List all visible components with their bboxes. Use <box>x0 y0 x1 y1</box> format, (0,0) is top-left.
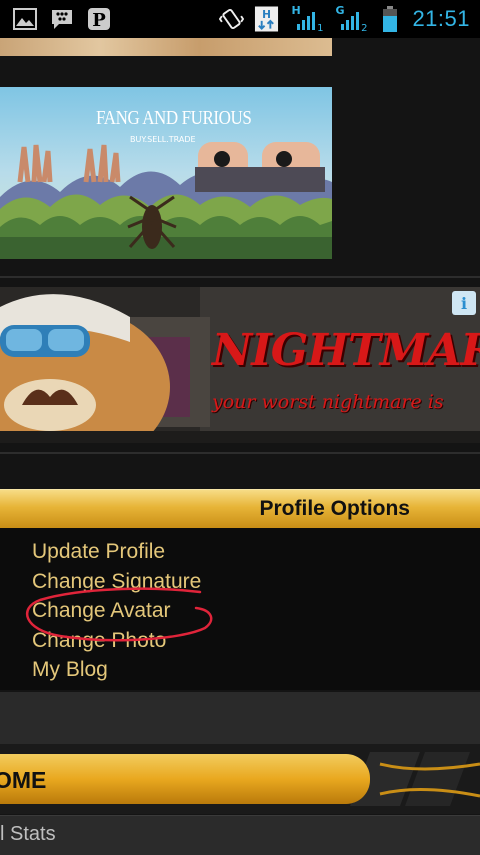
ad-info-label: i <box>460 293 468 313</box>
notification-icons: P <box>12 7 111 31</box>
sync-icon: H <box>254 6 279 32</box>
profile-options-list: Update Profile Change Signature Change A… <box>32 537 201 685</box>
ad-title: NIGHTMAR <box>212 325 480 376</box>
battery-icon <box>377 6 402 32</box>
signal-sim1-icon: H 1 <box>289 4 323 34</box>
home-bar[interactable]: OME <box>0 744 480 814</box>
bbm-icon <box>49 7 74 31</box>
ad-info-icon[interactable]: i <box>452 291 476 315</box>
banner-subtitle: BUY.SELL.TRADE <box>130 135 196 144</box>
divider <box>0 452 480 454</box>
sim-slot-1: 1 <box>317 23 324 34</box>
stats-row[interactable]: l Stats <box>0 815 480 855</box>
pinterest-icon: P <box>86 7 111 31</box>
update-profile-link[interactable]: Update Profile <box>32 537 201 567</box>
previous-banner-strip[interactable] <box>0 38 332 56</box>
profile-options-title: Profile Options <box>259 497 410 520</box>
home-label[interactable]: OME <box>0 767 46 794</box>
signal-sim2-icon: G 2 <box>333 4 367 34</box>
clock: 21:51 <box>412 6 470 31</box>
gallery-icon <box>12 7 37 31</box>
home-tab-background <box>0 754 370 804</box>
svg-text:P: P <box>92 10 106 31</box>
vibrate-icon <box>219 7 245 31</box>
change-avatar-link[interactable]: Change Avatar <box>32 596 201 626</box>
content-band <box>0 692 480 744</box>
sim-slot-2: 2 <box>361 23 368 34</box>
ad-tagline: your worst nightmare is <box>212 391 444 413</box>
banner-title: FANG AND FURIOUS <box>96 107 252 129</box>
my-blog-link[interactable]: My Blog <box>32 655 201 685</box>
profile-options-panel: Update Profile Change Signature Change A… <box>0 528 480 690</box>
status-indicators: H H 1 G 2 21:51 <box>219 4 470 34</box>
nightmare-ad-banner[interactable]: NIGHTMAR your worst nightmare is i <box>0 287 480 443</box>
svg-text:H: H <box>263 9 272 21</box>
fang-and-furious-banner[interactable]: FANG AND FURIOUS BUY.SELL.TRADE <box>0 87 332 259</box>
stats-label[interactable]: l Stats <box>0 823 56 846</box>
change-signature-link[interactable]: Change Signature <box>32 567 201 597</box>
change-photo-link[interactable]: Change Photo <box>32 626 201 656</box>
status-bar: P H H 1 G 2 21:51 <box>0 0 480 38</box>
profile-options-header: Profile Options <box>0 489 480 528</box>
divider <box>0 276 480 278</box>
